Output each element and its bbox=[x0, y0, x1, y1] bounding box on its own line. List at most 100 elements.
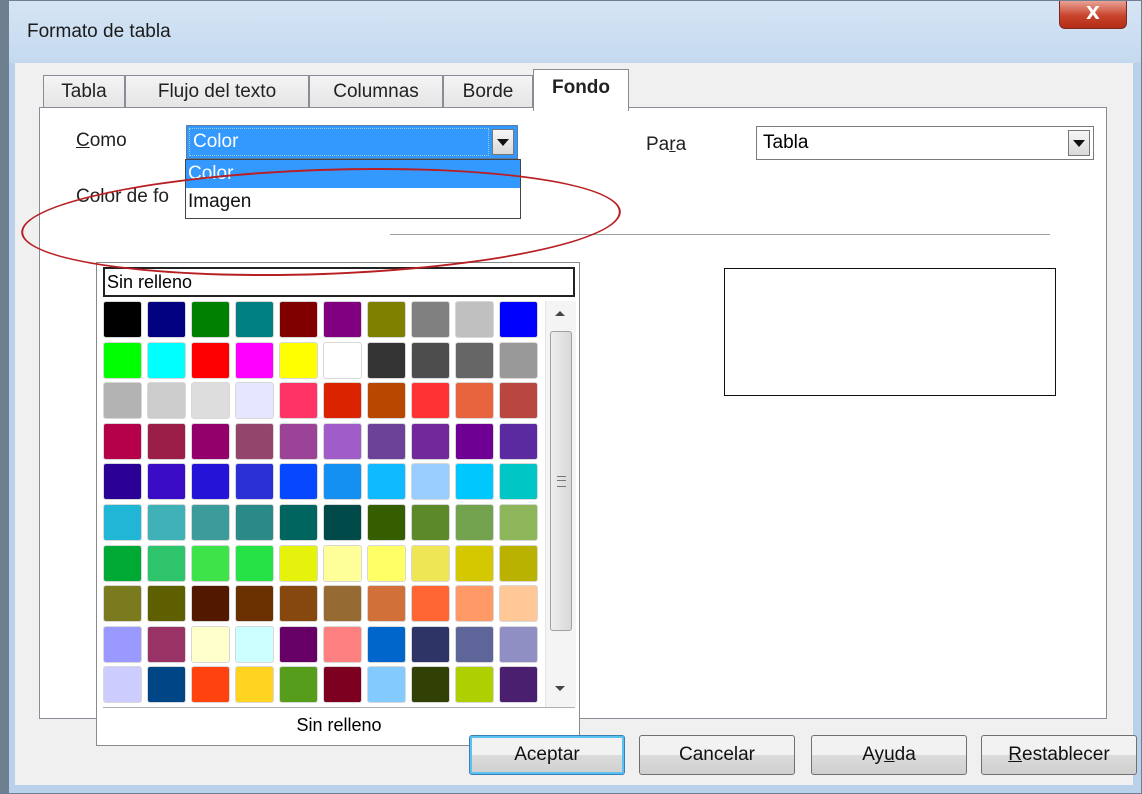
color-swatch[interactable] bbox=[499, 422, 538, 460]
color-swatch[interactable] bbox=[455, 463, 494, 501]
color-swatch[interactable] bbox=[411, 544, 450, 582]
color-swatch[interactable] bbox=[191, 625, 230, 663]
color-swatch[interactable] bbox=[279, 422, 318, 460]
color-swatch[interactable] bbox=[147, 666, 186, 704]
para-dropdown-button[interactable] bbox=[1068, 130, 1090, 156]
color-swatch[interactable] bbox=[455, 544, 494, 582]
color-swatch[interactable] bbox=[279, 382, 318, 420]
color-swatch[interactable] bbox=[279, 463, 318, 501]
color-swatch[interactable] bbox=[147, 422, 186, 460]
color-swatch[interactable] bbox=[279, 504, 318, 541]
color-swatch[interactable] bbox=[411, 341, 450, 379]
color-swatch[interactable] bbox=[411, 463, 450, 501]
color-swatch[interactable] bbox=[147, 301, 186, 338]
color-swatch[interactable] bbox=[499, 504, 538, 541]
color-swatch[interactable] bbox=[455, 666, 494, 704]
color-swatch[interactable] bbox=[411, 422, 450, 460]
color-swatch[interactable] bbox=[103, 301, 142, 338]
color-swatch[interactable] bbox=[279, 625, 318, 663]
reset-button[interactable]: Restablecer bbox=[981, 735, 1137, 775]
color-swatch[interactable] bbox=[191, 301, 230, 338]
color-swatch[interactable] bbox=[323, 504, 362, 541]
color-swatch[interactable] bbox=[367, 585, 406, 623]
color-swatch[interactable] bbox=[411, 666, 450, 704]
color-swatch[interactable] bbox=[367, 382, 406, 420]
color-swatch[interactable] bbox=[499, 666, 538, 704]
color-swatch[interactable] bbox=[279, 341, 318, 379]
color-swatch[interactable] bbox=[323, 625, 362, 663]
color-swatch[interactable] bbox=[103, 544, 142, 582]
color-swatch[interactable] bbox=[499, 463, 538, 501]
tab-borde[interactable]: Borde bbox=[443, 75, 533, 109]
color-swatch[interactable] bbox=[103, 382, 142, 420]
color-swatch[interactable] bbox=[191, 504, 230, 541]
color-swatch[interactable] bbox=[147, 382, 186, 420]
color-swatch[interactable] bbox=[411, 625, 450, 663]
color-swatch[interactable] bbox=[367, 625, 406, 663]
color-swatch[interactable] bbox=[235, 341, 274, 379]
color-swatch[interactable] bbox=[103, 504, 142, 541]
color-swatch[interactable] bbox=[367, 504, 406, 541]
color-swatch[interactable] bbox=[147, 625, 186, 663]
scroll-thumb[interactable] bbox=[550, 331, 572, 631]
color-swatch[interactable] bbox=[235, 463, 274, 501]
color-swatch[interactable] bbox=[455, 301, 494, 338]
color-swatch[interactable] bbox=[499, 544, 538, 582]
help-button[interactable]: Ayuda bbox=[811, 735, 967, 775]
color-swatch[interactable] bbox=[323, 544, 362, 582]
color-swatch[interactable] bbox=[191, 422, 230, 460]
color-swatch[interactable] bbox=[323, 666, 362, 704]
color-swatch[interactable] bbox=[103, 422, 142, 460]
color-swatch[interactable] bbox=[411, 301, 450, 338]
color-swatch[interactable] bbox=[323, 422, 362, 460]
como-dropdown-button[interactable] bbox=[492, 129, 514, 155]
color-swatch[interactable] bbox=[367, 666, 406, 704]
color-swatch[interactable] bbox=[279, 666, 318, 704]
color-swatch[interactable] bbox=[279, 585, 318, 623]
color-swatch[interactable] bbox=[411, 504, 450, 541]
color-swatch[interactable] bbox=[455, 341, 494, 379]
color-swatch[interactable] bbox=[147, 341, 186, 379]
color-swatch[interactable] bbox=[235, 382, 274, 420]
color-swatch[interactable] bbox=[455, 504, 494, 541]
color-swatch[interactable] bbox=[499, 585, 538, 623]
color-swatch[interactable] bbox=[103, 463, 142, 501]
color-swatch[interactable] bbox=[455, 625, 494, 663]
color-swatch[interactable] bbox=[367, 341, 406, 379]
close-button[interactable]: X bbox=[1059, 1, 1127, 29]
color-swatch[interactable] bbox=[499, 382, 538, 420]
color-swatch[interactable] bbox=[411, 382, 450, 420]
color-swatch[interactable] bbox=[455, 585, 494, 623]
color-swatch[interactable] bbox=[235, 625, 274, 663]
color-swatch[interactable] bbox=[323, 341, 362, 379]
color-swatch[interactable] bbox=[367, 463, 406, 501]
tab-columnas[interactable]: Columnas bbox=[309, 75, 443, 109]
color-swatch[interactable] bbox=[191, 544, 230, 582]
color-swatch[interactable] bbox=[147, 504, 186, 541]
color-swatch[interactable] bbox=[103, 625, 142, 663]
scroll-up-icon[interactable] bbox=[555, 311, 565, 316]
color-swatch[interactable] bbox=[191, 463, 230, 501]
color-swatch[interactable] bbox=[411, 585, 450, 623]
no-fill-option[interactable]: Sin relleno bbox=[102, 266, 576, 298]
color-swatch[interactable] bbox=[103, 585, 142, 623]
color-swatch[interactable] bbox=[279, 544, 318, 582]
tab-tabla[interactable]: Tabla bbox=[43, 75, 125, 109]
como-option-color[interactable]: Color bbox=[186, 160, 520, 188]
como-dropdown-list[interactable]: Color Imagen bbox=[185, 159, 521, 219]
color-swatch[interactable] bbox=[235, 585, 274, 623]
cancel-button[interactable]: Cancelar bbox=[639, 735, 795, 775]
color-swatch[interactable] bbox=[323, 463, 362, 501]
color-swatch[interactable] bbox=[147, 544, 186, 582]
color-swatch[interactable] bbox=[367, 301, 406, 338]
como-select[interactable]: Color bbox=[186, 125, 518, 159]
color-swatch[interactable] bbox=[147, 463, 186, 501]
color-swatch[interactable] bbox=[455, 422, 494, 460]
color-swatch[interactable] bbox=[499, 341, 538, 379]
color-swatch[interactable] bbox=[235, 301, 274, 338]
color-swatch[interactable] bbox=[367, 544, 406, 582]
color-swatch[interactable] bbox=[103, 341, 142, 379]
color-swatch[interactable] bbox=[499, 301, 538, 338]
color-swatch[interactable] bbox=[323, 585, 362, 623]
color-swatch[interactable] bbox=[191, 585, 230, 623]
